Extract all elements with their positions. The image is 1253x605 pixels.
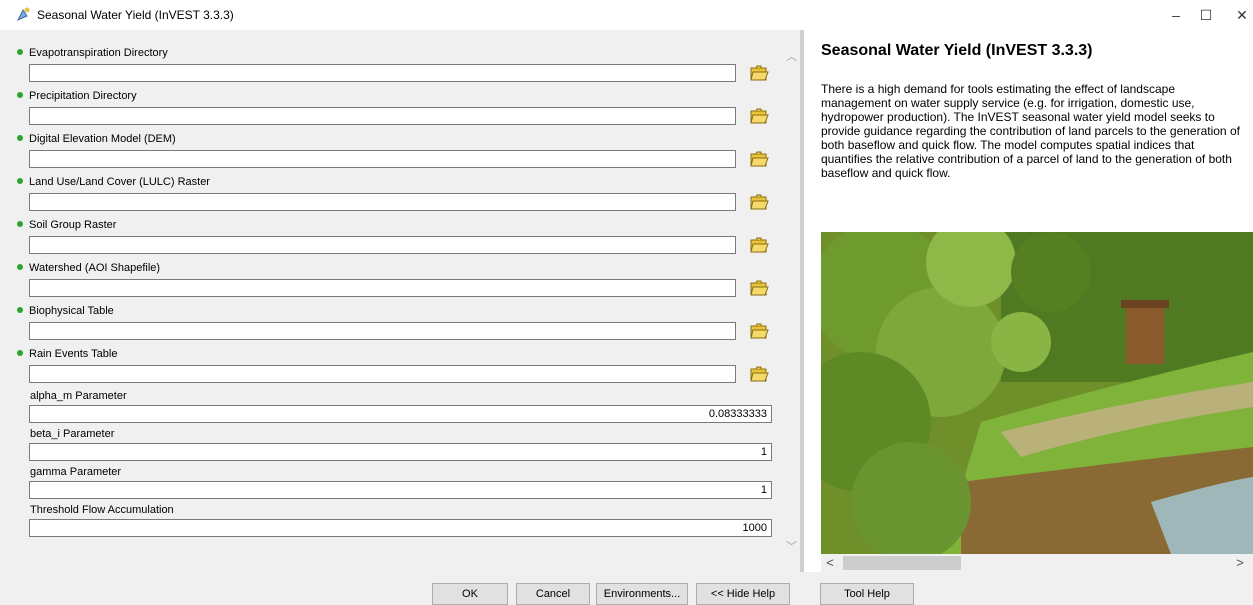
precipitation-label: Precipitation Directory (17, 90, 137, 102)
watershed-label: Watershed (AOI Shapefile) (17, 262, 160, 274)
soil-group-input[interactable] (29, 236, 736, 254)
alpha-m-label: alpha_m Parameter (30, 390, 127, 402)
folder-open-icon[interactable] (749, 192, 769, 212)
soil-group-label: Soil Group Raster (17, 219, 116, 231)
folder-open-icon[interactable] (749, 235, 769, 255)
folder-open-icon[interactable] (749, 106, 769, 126)
evapotranspiration-label: Evapotranspiration Directory (17, 47, 168, 59)
field-label-text: Watershed (AOI Shapefile) (29, 262, 161, 274)
help-horizontal-scrollbar[interactable]: < > (821, 554, 1253, 572)
window-title: Seasonal Water Yield (InVEST 3.3.3) (37, 8, 234, 22)
threshold-flow-input[interactable]: 1000 (29, 519, 772, 537)
tool-icon (15, 6, 31, 22)
dem-input[interactable] (29, 150, 736, 168)
scroll-right-icon[interactable]: > (1231, 554, 1249, 572)
beta-i-input[interactable]: 1 (29, 443, 772, 461)
folder-open-icon[interactable] (749, 321, 769, 341)
environments-button[interactable]: Environments... (596, 583, 688, 605)
field-label-text: Rain Events Table (29, 348, 118, 360)
required-dot-icon (17, 49, 23, 55)
field-label-text: Soil Group Raster (29, 219, 117, 231)
help-title: Seasonal Water Yield (InVEST 3.3.3) (821, 42, 1093, 59)
required-dot-icon (17, 221, 23, 227)
field-label-text: Evapotranspiration Directory (29, 47, 168, 59)
close-button[interactable]: ✕ (1228, 4, 1253, 26)
lulc-label: Land Use/Land Cover (LULC) Raster (17, 176, 210, 188)
lulc-input[interactable] (29, 193, 736, 211)
maximize-button[interactable]: ☐ (1192, 4, 1220, 26)
dem-label: Digital Elevation Model (DEM) (17, 133, 176, 145)
required-dot-icon (17, 178, 23, 184)
alpha-m-input[interactable]: 0.08333333 (29, 405, 772, 423)
scroll-left-icon[interactable]: < (821, 554, 839, 572)
button-bar: OK Cancel Environments... << Hide Help T… (0, 572, 1253, 605)
ok-button[interactable]: OK (432, 583, 508, 605)
scroll-down-icon[interactable]: ﹀ (786, 542, 797, 553)
beta-i-label: beta_i Parameter (30, 428, 115, 440)
watershed-input[interactable] (29, 279, 736, 297)
folder-open-icon[interactable] (749, 364, 769, 384)
help-description: There is a high demand for tools estimat… (821, 82, 1240, 180)
precipitation-input[interactable] (29, 107, 736, 125)
cancel-button[interactable]: Cancel (516, 583, 590, 605)
gamma-label: gamma Parameter (30, 466, 122, 478)
rain-events-label: Rain Events Table (17, 348, 117, 360)
hide-help-button[interactable]: << Hide Help (696, 583, 790, 605)
scroll-up-icon[interactable]: ︿ (786, 52, 797, 63)
folder-open-icon[interactable] (749, 63, 769, 83)
folder-open-icon[interactable] (749, 278, 769, 298)
required-dot-icon (17, 307, 23, 313)
threshold-flow-label: Threshold Flow Accumulation (30, 504, 174, 516)
tool-help-button[interactable]: Tool Help (820, 583, 914, 605)
form-vertical-scrollbar[interactable]: ︿ ﹀ (783, 34, 800, 572)
biophysical-table-label: Biophysical Table (17, 305, 114, 317)
required-dot-icon (17, 135, 23, 141)
help-panel: Seasonal Water Yield (InVEST 3.3.3) Ther… (804, 30, 1253, 572)
field-label-text: Precipitation Directory (29, 90, 137, 102)
folder-open-icon[interactable] (749, 149, 769, 169)
landscape-photo (821, 232, 1253, 554)
field-label-text: Digital Elevation Model (DEM) (29, 133, 176, 145)
evapotranspiration-input[interactable] (29, 64, 736, 82)
gamma-input[interactable]: 1 (29, 481, 772, 499)
field-label-text: Land Use/Land Cover (LULC) Raster (29, 176, 210, 188)
rain-events-input[interactable] (29, 365, 736, 383)
required-dot-icon (17, 264, 23, 270)
biophysical-table-input[interactable] (29, 322, 736, 340)
minimize-button[interactable]: – (1162, 4, 1190, 26)
required-dot-icon (17, 92, 23, 98)
required-dot-icon (17, 350, 23, 356)
field-label-text: Biophysical Table (29, 305, 114, 317)
scroll-thumb[interactable] (843, 556, 961, 570)
title-bar: Seasonal Water Yield (InVEST 3.3.3) – ☐ … (0, 0, 1253, 30)
